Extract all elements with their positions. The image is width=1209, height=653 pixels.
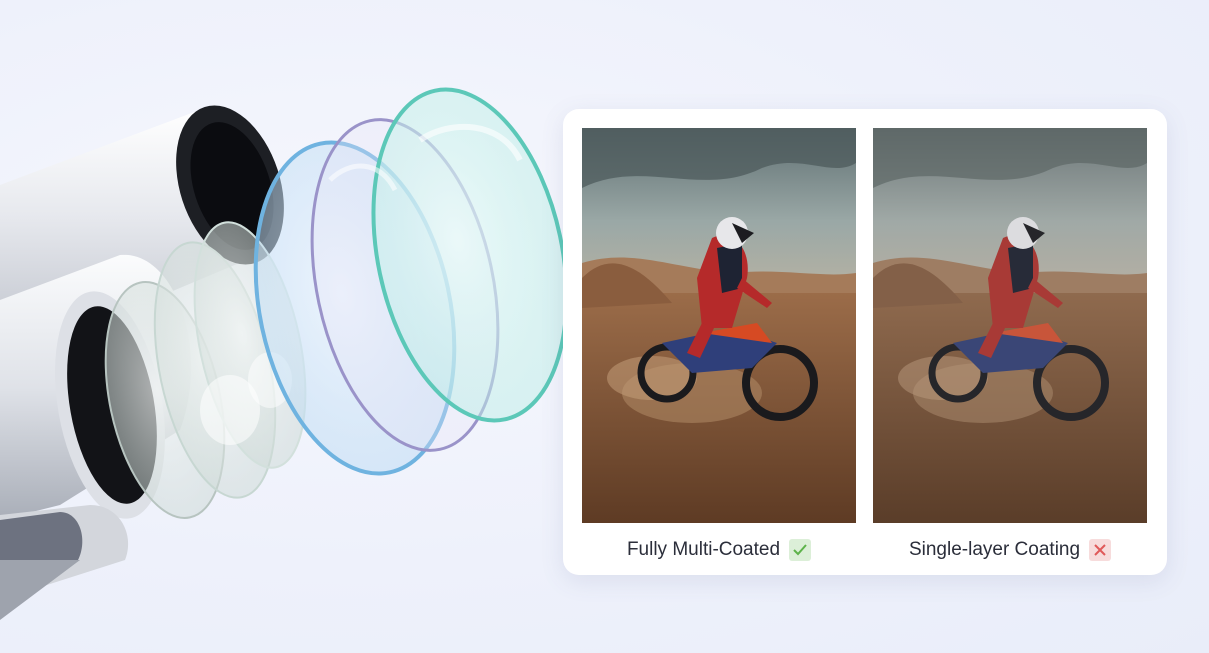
product-illustration: Fully Multi-Coated Single-layer Coating [0,0,1209,653]
cross-icon [1089,539,1112,561]
comparison-card: Fully Multi-Coated Single-layer Coating [563,109,1167,575]
check-icon [789,539,812,561]
photo-single-layer-coating [873,128,1147,523]
caption-fully-multi-coated: Fully Multi-Coated [582,535,856,565]
caption-single-layer-coating: Single-layer Coating [873,535,1147,565]
photo-fully-multi-coated [582,128,856,523]
caption-left-text: Fully Multi-Coated [626,539,781,560]
caption-right-text: Single-layer Coating [908,539,1081,560]
